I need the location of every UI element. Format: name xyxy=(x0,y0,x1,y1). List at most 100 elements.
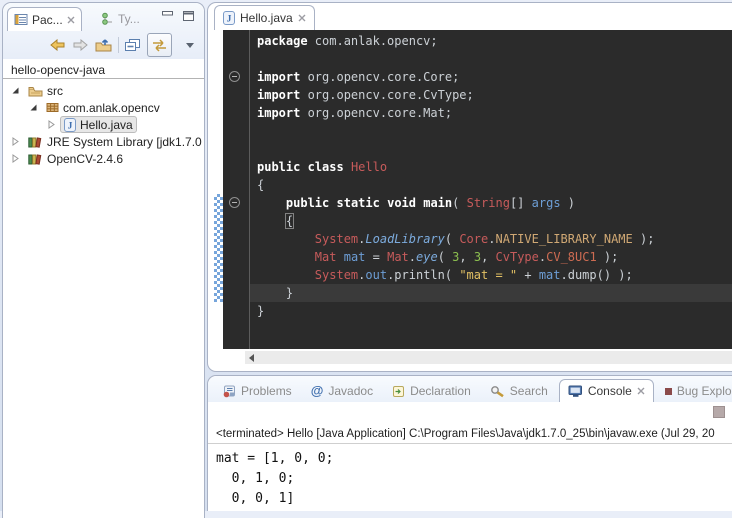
minimize-button[interactable] xyxy=(162,11,173,21)
tree-item-content: com.anlak.opencv xyxy=(42,99,164,116)
code-line[interactable]: } xyxy=(250,302,732,320)
collapse-all-button[interactable] xyxy=(125,35,141,55)
tree-item-hello-java[interactable]: J Hello.java xyxy=(3,116,204,133)
collapsed-arrow-icon[interactable] xyxy=(11,137,22,146)
console-view: Problems @ Javadoc Declaration Search Console… xyxy=(207,375,732,511)
console-output-line: 0, 1, 0; xyxy=(216,469,732,489)
java-file-icon: J xyxy=(223,11,235,25)
code-line[interactable] xyxy=(250,140,732,158)
project-tree: hello-opencv-java srccom.anlak.opencv J Hel… xyxy=(3,62,204,167)
tree-item-content: JRE System Library [jdk1.7.0 xyxy=(24,133,204,150)
tab-type-hierarchy[interactable]: Ty... xyxy=(95,7,146,30)
tab-declaration[interactable]: Declaration xyxy=(384,380,479,402)
tree-item-opencv[interactable]: OpenCV-2.4.6 xyxy=(3,150,204,167)
tree-item-label: OpenCV-2.4.6 xyxy=(47,152,123,166)
code-line[interactable]: } xyxy=(250,284,732,302)
close-icon[interactable] xyxy=(298,14,306,22)
tab-label: Bug Explorer xyxy=(677,384,732,398)
console-status: <terminated> Hello [Java Application] C:… xyxy=(208,425,732,444)
package-explorer-view: Pac... Ty... xyxy=(2,2,205,518)
declaration-icon xyxy=(392,385,405,398)
forward-button[interactable] xyxy=(72,35,89,55)
editor-tabbar: J Hello.java xyxy=(208,3,732,30)
code-line[interactable]: System.out.println( "mat = " + mat.dump(… xyxy=(250,266,732,284)
tab-problems[interactable]: Problems xyxy=(214,380,300,402)
method-range-indicator xyxy=(214,194,223,302)
bug-icon xyxy=(665,388,672,395)
tab-package-explorer[interactable]: Pac... xyxy=(7,7,82,31)
view-menu-button[interactable] xyxy=(186,43,194,48)
tab-console[interactable]: Console xyxy=(559,379,654,402)
collapsed-arrow-icon[interactable] xyxy=(47,120,58,129)
code-line[interactable]: Mat mat = Mat.eye( 3, 3, CvType.CV_8UC1 … xyxy=(250,248,732,266)
expanded-arrow-icon[interactable] xyxy=(29,103,40,112)
tab-label: Javadoc xyxy=(328,384,373,398)
view-toolbar xyxy=(3,33,204,57)
link-with-editor-button[interactable] xyxy=(147,33,172,57)
folding-gutter[interactable] xyxy=(223,30,249,349)
problems-icon xyxy=(222,385,236,398)
back-button[interactable] xyxy=(49,35,66,55)
code-line[interactable]: { xyxy=(250,212,732,230)
code-text[interactable]: package com.anlak.opencv; import org.open… xyxy=(250,30,732,349)
code-line[interactable]: import org.opencv.core.Mat; xyxy=(250,104,732,122)
code-line[interactable]: import org.opencv.core.CvType; xyxy=(250,86,732,104)
tree-item-content: hello-opencv-java xyxy=(7,62,109,79)
eclipse-workbench: { "left_panel": { "tabs": [ {"id": "pack… xyxy=(0,0,732,511)
tree-item-label: Hello.java xyxy=(80,118,133,132)
fold-collapse-icon[interactable] xyxy=(229,71,240,82)
tab-hello-java[interactable]: J Hello.java xyxy=(214,5,315,30)
tree-item-package[interactable]: com.anlak.opencv xyxy=(3,99,204,116)
annotation-ruler[interactable] xyxy=(214,30,223,349)
tab-label: Search xyxy=(510,384,548,398)
tree-item-content: OpenCV-2.4.6 xyxy=(24,150,127,167)
code-line[interactable] xyxy=(250,50,732,68)
tab-label: Problems xyxy=(241,384,292,398)
go-up-button[interactable] xyxy=(95,35,112,55)
tab-bug-explorer[interactable]: Bug Explorer xyxy=(657,380,732,402)
tree-item-src[interactable]: src xyxy=(3,82,204,99)
tree-item-jre[interactable]: JRE System Library [jdk1.7.0 xyxy=(3,133,204,150)
console-toolbar xyxy=(208,402,732,425)
code-editor[interactable]: package com.anlak.opencv; import org.open… xyxy=(214,30,732,349)
expanded-arrow-icon[interactable] xyxy=(11,86,22,95)
search-icon xyxy=(490,385,505,398)
tab-search[interactable]: Search xyxy=(482,380,556,402)
javadoc-icon: @ xyxy=(311,385,324,397)
scroll-left-arrow-icon[interactable] xyxy=(249,354,254,362)
tree-item-content: src xyxy=(24,82,67,99)
tab-label: Console xyxy=(588,384,632,398)
collapsed-arrow-icon[interactable] xyxy=(11,154,22,163)
maximize-button[interactable] xyxy=(183,11,194,21)
code-line[interactable]: public class Hello xyxy=(250,158,732,176)
terminate-icon[interactable] xyxy=(713,406,725,418)
tree-item-label: com.anlak.opencv xyxy=(63,101,160,115)
jfile-icon: J xyxy=(64,118,76,132)
code-line[interactable]: public static void main( String[] args ) xyxy=(250,194,732,212)
horizontal-scrollbar[interactable] xyxy=(245,351,732,364)
close-icon[interactable] xyxy=(637,387,645,395)
tab-javadoc[interactable]: @ Javadoc xyxy=(303,380,381,402)
code-line[interactable] xyxy=(250,122,732,140)
tree-item-label: src xyxy=(47,84,63,98)
editor-area: J Hello.java package com.anlak.opencv; im… xyxy=(207,2,732,372)
svg-text:J: J xyxy=(227,15,232,25)
close-icon[interactable] xyxy=(67,16,75,24)
tab-label: Pac... xyxy=(32,13,63,27)
folder-icon xyxy=(28,85,43,97)
code-line[interactable]: import org.opencv.core.Core; xyxy=(250,68,732,86)
fold-collapse-icon[interactable] xyxy=(229,197,240,208)
tree-item-content: J Hello.java xyxy=(60,116,137,133)
code-line[interactable]: { xyxy=(250,176,732,194)
editor-tab-label: Hello.java xyxy=(240,11,293,25)
toolbar-separator xyxy=(118,37,119,53)
tree-item-project[interactable]: hello-opencv-java xyxy=(3,62,204,79)
type-hierarchy-icon xyxy=(101,12,114,25)
bottom-tabbar: Problems @ Javadoc Declaration Search Console… xyxy=(208,376,732,402)
code-line[interactable]: package com.anlak.opencv; xyxy=(250,32,732,50)
code-line[interactable]: System.LoadLibrary( Core.NATIVE_LIBRARY_… xyxy=(250,230,732,248)
console-output[interactable]: mat = [1, 0, 0; 0, 1, 0; 0, 0, 1] xyxy=(208,444,732,509)
tab-label: Declaration xyxy=(410,384,471,398)
package-icon xyxy=(46,102,59,113)
tab-label: Ty... xyxy=(118,12,140,26)
